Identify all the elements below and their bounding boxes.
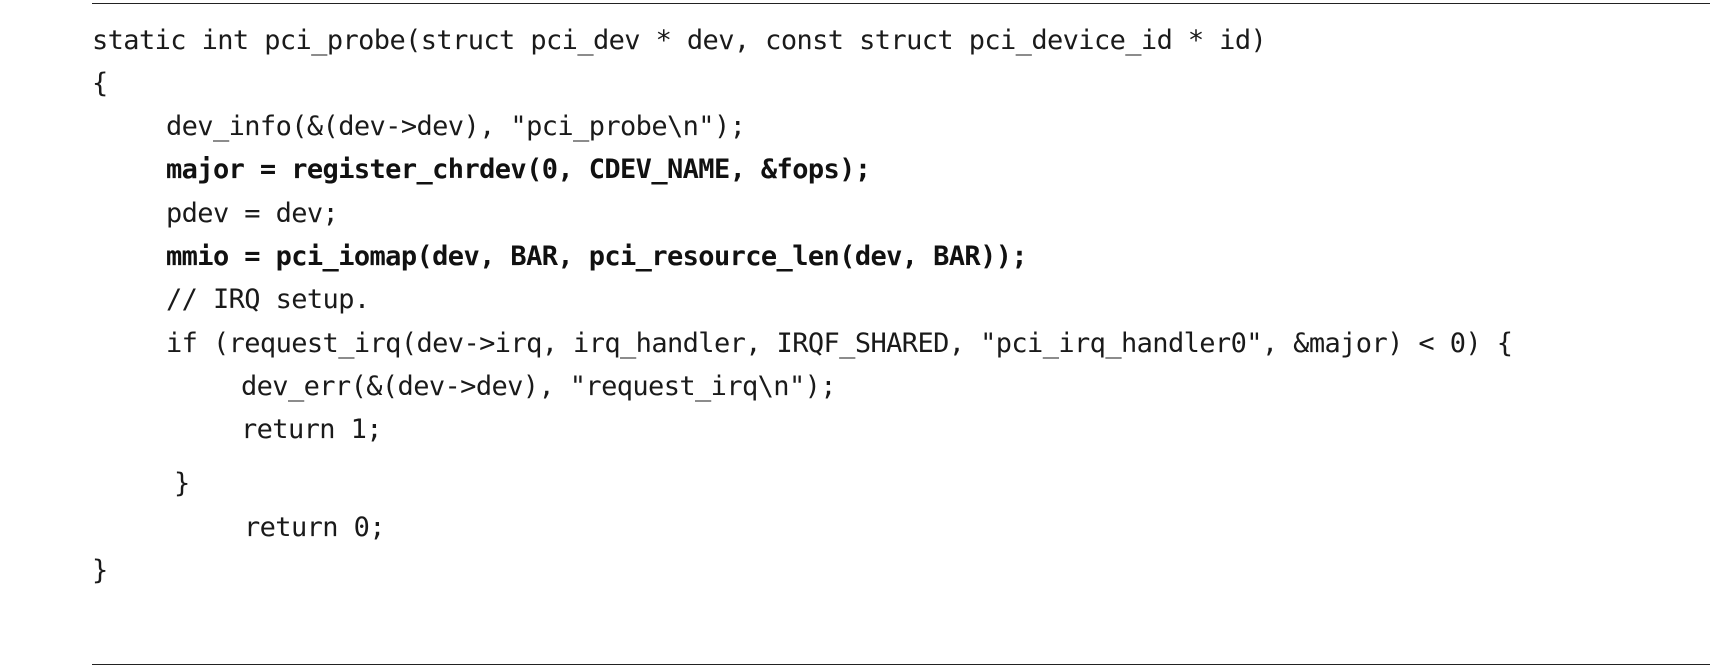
code-line-signature: static int pci_probe(struct pci_dev * de… [92,25,1267,56]
code-line-pci-iomap: mmio = pci_iomap(dev, BAR, pci_resource_… [166,241,1028,272]
code-line-if-request-irq: if (request_irq(dev->irq, irq_handler, I… [166,328,1513,359]
code-line-return-0: return 0; [244,512,386,543]
code-listing: static int pci_probe(struct pci_dev * de… [92,0,1702,670]
code-line-dev-err: dev_err(&(dev->dev), "request_irq\n"); [241,371,837,402]
code-line-return-1: return 1; [241,414,383,445]
code-line-pdev-assign: pdev = dev; [166,198,339,229]
code-line-close-brace: } [92,555,108,586]
bottom-rule [92,664,1710,665]
code-line-close-if-brace: } [174,468,190,499]
code-line-register-chrdev: major = register_chrdev(0, CDEV_NAME, &f… [166,154,871,185]
code-line-dev-info: dev_info(&(dev->dev), "pci_probe\n"); [166,111,746,142]
code-line-comment: // IRQ setup. [166,284,370,315]
code-line-open-brace: { [92,68,108,99]
